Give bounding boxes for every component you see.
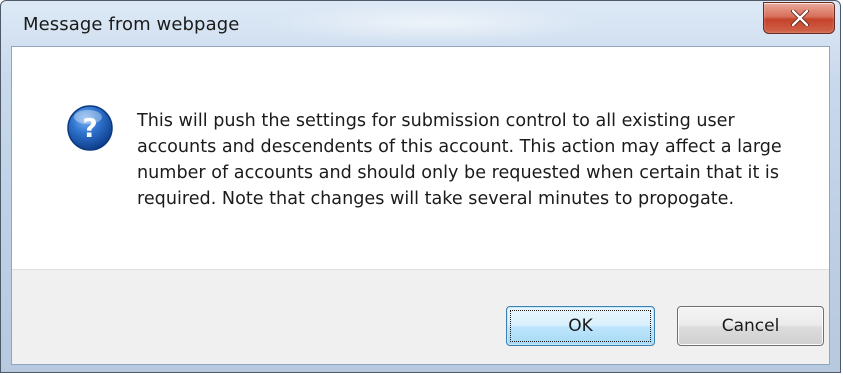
message-area: ? This will push the settings for submis… (12, 47, 829, 269)
cancel-button[interactable]: Cancel (677, 306, 824, 346)
title-bar[interactable]: Message from webpage (1, 1, 840, 45)
cancel-button-label: Cancel (721, 316, 780, 336)
ok-button-label: OK (568, 316, 593, 336)
close-icon (791, 10, 809, 26)
question-icon: ? (67, 105, 113, 151)
dialog-title: Message from webpage (23, 14, 240, 35)
close-button[interactable] (763, 2, 835, 34)
button-bar: OK Cancel (12, 269, 829, 364)
ok-button[interactable]: OK (506, 306, 655, 346)
svg-text:?: ? (82, 114, 97, 144)
window-bottom-border (1, 365, 840, 372)
dialog-window: Message from webpage ? This will push th… (0, 0, 841, 373)
dialog-message: This will push the settings for submissi… (137, 111, 782, 209)
dialog-body: ? This will push the settings for submis… (11, 46, 830, 365)
